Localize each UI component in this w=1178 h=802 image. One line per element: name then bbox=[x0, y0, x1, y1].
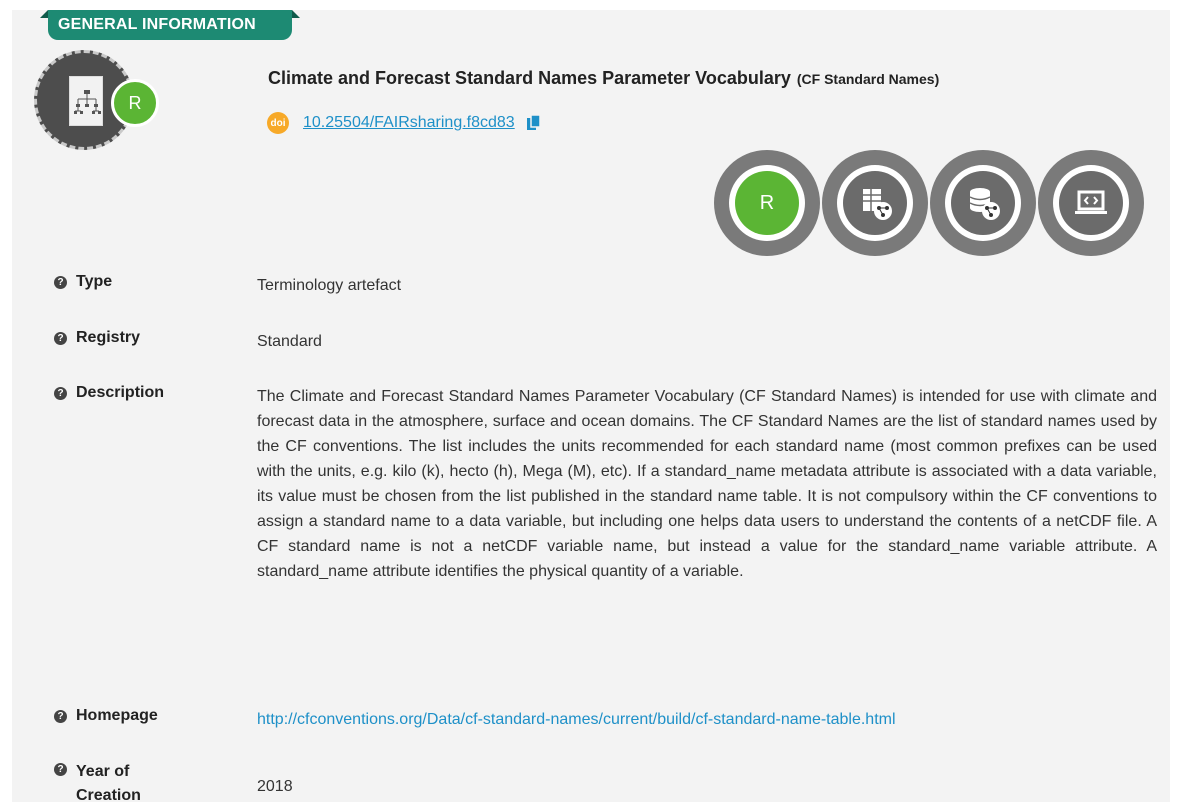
help-icon[interactable]: ? bbox=[54, 387, 67, 400]
table-network-icon bbox=[843, 171, 907, 235]
homepage-link[interactable]: http://cfconventions.org/Data/cf-standar… bbox=[257, 711, 896, 728]
copy-icon[interactable] bbox=[526, 114, 541, 131]
registry-badge[interactable]: R bbox=[714, 150, 820, 256]
field-label-text: Homepage bbox=[76, 707, 158, 724]
doi-icon: doi bbox=[267, 112, 289, 134]
record-abbreviation: (CF Standard Names) bbox=[796, 71, 940, 87]
record-title: Climate and Forecast Standard Names Para… bbox=[268, 68, 939, 89]
registry-r-label: R bbox=[735, 171, 799, 235]
registry-r-badge: R bbox=[111, 79, 159, 127]
field-label-text: Type bbox=[76, 273, 113, 290]
doi-link[interactable]: 10.25504/FAIRsharing.f8cd83 bbox=[303, 114, 515, 132]
record-type-badges: R bbox=[714, 150, 1144, 256]
section-tab-general-information: GENERAL INFORMATION bbox=[40, 10, 300, 40]
field-row-year: ? Year of Creation 2018 bbox=[54, 760, 1158, 802]
field-label-text: Registry bbox=[76, 329, 141, 346]
field-row-homepage: ? Homepage http://cfconventions.org/Data… bbox=[54, 707, 1158, 732]
field-value-year: 2018 bbox=[257, 778, 293, 795]
help-icon[interactable]: ? bbox=[54, 710, 67, 723]
doi-row: doi 10.25504/FAIRsharing.f8cd83 bbox=[267, 112, 541, 134]
help-icon[interactable]: ? bbox=[54, 763, 67, 776]
field-row-description: ? Description The Climate and Forecast S… bbox=[54, 384, 1158, 584]
field-label-type: ? Type bbox=[54, 273, 257, 298]
field-label-text: Description bbox=[76, 384, 165, 401]
field-label-registry: ? Registry bbox=[54, 329, 257, 354]
field-value-type: Terminology artefact bbox=[257, 277, 402, 294]
field-label-text: Year of Creation bbox=[76, 763, 141, 802]
policy-badge[interactable] bbox=[1038, 150, 1144, 256]
laptop-code-icon bbox=[1059, 171, 1123, 235]
field-label-homepage: ? Homepage bbox=[54, 707, 257, 732]
database-badge[interactable] bbox=[930, 150, 1036, 256]
standard-badge[interactable] bbox=[822, 150, 928, 256]
field-label-year: ? Year of Creation bbox=[54, 760, 257, 802]
hierarchy-document-icon bbox=[69, 76, 103, 126]
help-icon[interactable]: ? bbox=[54, 332, 67, 345]
field-row-type: ? Type Terminology artefact bbox=[54, 273, 1158, 298]
help-icon[interactable]: ? bbox=[54, 276, 67, 289]
record-title-text: Climate and Forecast Standard Names Para… bbox=[268, 68, 791, 88]
field-label-description: ? Description bbox=[54, 384, 257, 584]
field-value-description: The Climate and Forecast Standard Names … bbox=[257, 388, 1157, 580]
field-value-registry: Standard bbox=[257, 333, 322, 350]
field-value-homepage: http://cfconventions.org/Data/cf-standar… bbox=[257, 707, 1157, 732]
database-network-icon bbox=[951, 171, 1015, 235]
field-row-registry: ? Registry Standard bbox=[54, 329, 1158, 354]
